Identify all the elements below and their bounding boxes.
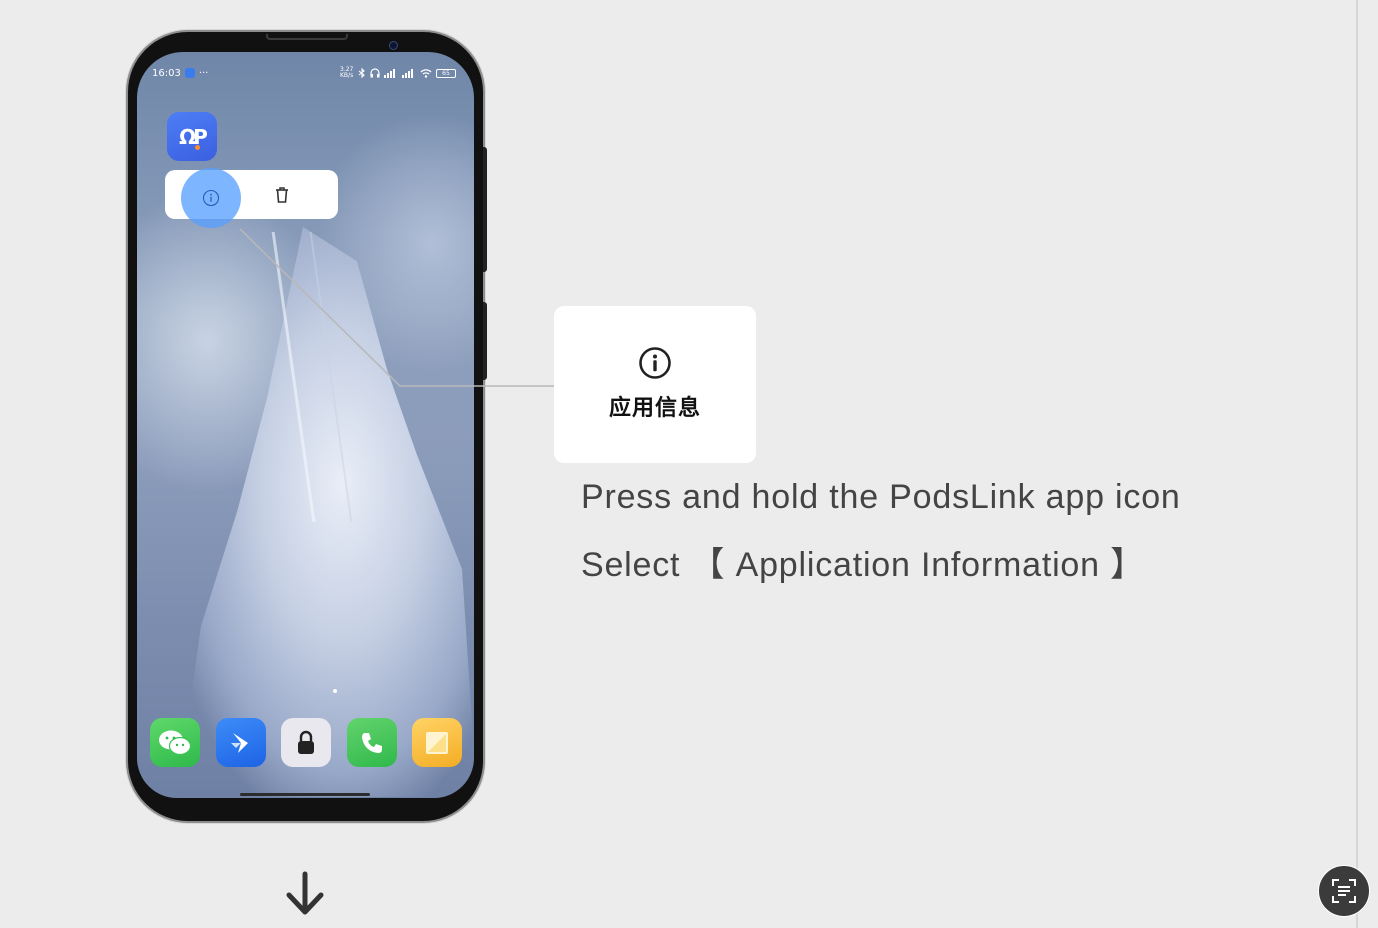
phone-screen: 16:03 ··· 3.27 KB/s 65 ΩΡ (137, 52, 474, 798)
dock-app-lock[interactable] (281, 718, 331, 767)
dock (150, 718, 462, 767)
lock-icon (298, 730, 314, 754)
callout-label: 应用信息 (608, 396, 701, 421)
tap-highlight (181, 168, 241, 228)
phone-mockup: 16:03 ··· 3.27 KB/s 65 ΩΡ (128, 32, 487, 821)
bluetooth-icon (358, 68, 365, 78)
dock-app-wechat[interactable] (150, 718, 200, 767)
signal-icon (384, 69, 395, 78)
podslink-app-icon[interactable]: ΩΡ (167, 112, 217, 161)
scrollbar[interactable] (1356, 0, 1358, 928)
instruction-line-1: Press and hold the PodsLink app icon (581, 478, 1181, 516)
battery-icon: 65 (436, 68, 456, 78)
dock-app-notes[interactable] (412, 718, 462, 767)
arrow-down-icon (286, 871, 324, 915)
wechat-icon (159, 730, 192, 755)
status-time: 16:03 (152, 67, 181, 79)
earpiece (266, 34, 348, 40)
dock-app-phone[interactable] (346, 718, 397, 767)
trash-icon (276, 186, 288, 203)
scan-text-button[interactable] (1318, 865, 1370, 917)
instruction-line-2: Select 【 Application Information 】 (581, 546, 1145, 584)
net-speed: 3.27 KB/s (340, 66, 354, 79)
info-icon (639, 347, 671, 379)
status-bar: 16:03 ··· 3.27 KB/s 65 (152, 66, 456, 80)
wifi-icon (420, 69, 432, 78)
headphones-icon (370, 68, 380, 78)
signal-icon (402, 69, 413, 78)
dock-app-feishu[interactable] (215, 718, 266, 767)
page-indicator (333, 689, 337, 693)
app-icon-glyph: ΩΡ (179, 124, 208, 149)
scan-text-icon (1332, 879, 1356, 903)
phone-icon (361, 732, 382, 753)
front-camera (389, 41, 398, 50)
power-button (483, 302, 487, 380)
status-more: ··· (198, 67, 209, 79)
notification-app-icon (184, 68, 195, 78)
notes-icon (426, 731, 448, 754)
info-icon (202, 189, 220, 207)
feishu-icon (230, 732, 248, 753)
app-icon-dot (195, 145, 200, 150)
tutorial-page: 16:03 ··· 3.27 KB/s 65 ΩΡ 应用信息 Press and… (0, 0, 1378, 928)
volume-button (483, 147, 487, 272)
home-indicator (240, 793, 370, 796)
uninstall-button[interactable] (243, 170, 321, 219)
callout-card: 应用信息 (554, 306, 756, 463)
